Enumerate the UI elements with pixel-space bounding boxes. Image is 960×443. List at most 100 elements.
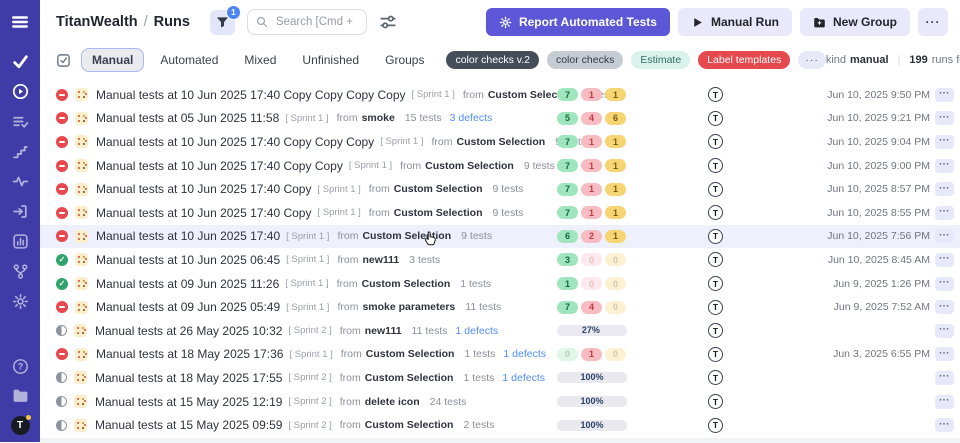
run-defects-link[interactable]: 1 defects bbox=[456, 325, 499, 337]
run-row[interactable]: Manual tests at 10 Jun 2025 17:40 Copy C… bbox=[40, 154, 960, 178]
author-avatar[interactable]: T bbox=[708, 158, 723, 173]
run-row[interactable]: Manual tests at 10 Jun 2025 17:40 Copy C… bbox=[40, 83, 960, 107]
run-row[interactable]: Manual tests at 15 May 2025 09:59 [ Spri… bbox=[40, 413, 960, 437]
filter-chip[interactable]: ··· bbox=[798, 51, 826, 69]
run-row[interactable]: Manual tests at 26 May 2025 10:32 [ Spri… bbox=[40, 319, 960, 343]
run-title[interactable]: Manual tests at 10 Jun 2025 17:40 Copy bbox=[96, 182, 311, 196]
author-avatar[interactable]: T bbox=[708, 370, 723, 385]
run-row[interactable]: Manual tests at 15 May 2025 12:19 [ Spri… bbox=[40, 390, 960, 414]
run-defects-link[interactable]: 3 defects bbox=[450, 112, 493, 124]
view-settings-button[interactable] bbox=[379, 13, 397, 31]
run-row[interactable]: Manual tests at 09 Jun 2025 11:26 [ Spri… bbox=[40, 272, 960, 296]
search-box[interactable] bbox=[247, 9, 367, 35]
workspace-logo[interactable]: T bbox=[11, 416, 30, 435]
run-row[interactable]: Manual tests at 18 May 2025 17:36 [ Spri… bbox=[40, 343, 960, 367]
author-avatar[interactable]: T bbox=[708, 300, 723, 315]
search-input[interactable] bbox=[274, 15, 358, 29]
row-more-button[interactable]: ··· bbox=[935, 88, 954, 102]
row-more-button[interactable]: ··· bbox=[935, 418, 954, 432]
author-avatar[interactable]: T bbox=[708, 418, 723, 433]
select-all-icon[interactable] bbox=[56, 53, 71, 68]
branch-icon[interactable] bbox=[12, 263, 29, 280]
author-avatar[interactable]: T bbox=[708, 323, 723, 338]
row-more-button[interactable]: ··· bbox=[935, 347, 954, 361]
row-more-button[interactable]: ··· bbox=[935, 206, 954, 220]
run-row[interactable]: Manual tests at 05 Jun 2025 11:58 [ Spri… bbox=[40, 107, 960, 131]
help-icon[interactable]: ? bbox=[12, 358, 29, 375]
author-avatar[interactable]: T bbox=[708, 347, 723, 362]
author-avatar[interactable]: T bbox=[708, 111, 723, 126]
row-more-button[interactable]: ··· bbox=[935, 253, 954, 267]
run-title[interactable]: Manual tests at 10 Jun 2025 17:40 Copy bbox=[96, 206, 311, 220]
tab-mixed[interactable]: Mixed bbox=[234, 49, 286, 71]
run-title[interactable]: Manual tests at 10 Jun 2025 17:40 bbox=[96, 229, 280, 243]
author-avatar[interactable]: T bbox=[708, 134, 723, 149]
kind-value: manual bbox=[850, 54, 889, 66]
play-circle-icon[interactable] bbox=[12, 83, 29, 100]
row-more-button[interactable]: ··· bbox=[935, 371, 954, 385]
run-title[interactable]: Manual tests at 10 Jun 2025 17:40 Copy C… bbox=[96, 159, 343, 173]
row-more-button[interactable]: ··· bbox=[935, 277, 954, 291]
report-automated-tests-button[interactable]: Report Automated Tests bbox=[486, 8, 670, 36]
row-more-button[interactable]: ··· bbox=[935, 300, 954, 314]
row-more-button[interactable]: ··· bbox=[935, 159, 954, 173]
run-row[interactable]: Manual tests at 10 Jun 2025 17:40 Copy [… bbox=[40, 177, 960, 201]
activity-icon[interactable] bbox=[12, 173, 29, 190]
row-more-button[interactable]: ··· bbox=[935, 135, 954, 149]
row-more-button[interactable]: ··· bbox=[935, 229, 954, 243]
run-title[interactable]: Manual tests at 26 May 2025 10:32 bbox=[95, 324, 282, 338]
run-title[interactable]: Manual tests at 10 Jun 2025 17:40 Copy C… bbox=[96, 88, 406, 102]
project-name[interactable]: TitanWealth bbox=[56, 14, 138, 30]
run-title[interactable]: Manual tests at 09 Jun 2025 05:49 bbox=[96, 300, 280, 314]
import-icon[interactable] bbox=[12, 203, 29, 220]
check-icon[interactable] bbox=[12, 53, 29, 70]
filter-button[interactable]: 1 bbox=[210, 10, 235, 35]
run-title[interactable]: Manual tests at 10 Jun 2025 17:40 Copy C… bbox=[96, 135, 374, 149]
topbar-more-button[interactable]: ··· bbox=[918, 8, 948, 36]
author-avatar[interactable]: T bbox=[708, 229, 723, 244]
row-more-button[interactable]: ··· bbox=[935, 111, 954, 125]
gear-icon[interactable] bbox=[12, 293, 29, 310]
tab-manual[interactable]: Manual bbox=[81, 48, 144, 72]
author-avatar[interactable]: T bbox=[708, 205, 723, 220]
tab-automated[interactable]: Automated bbox=[150, 49, 228, 71]
run-title[interactable]: Manual tests at 05 Jun 2025 11:58 bbox=[96, 111, 279, 125]
new-group-button[interactable]: New Group bbox=[800, 8, 910, 36]
filter-chip[interactable]: Label templates bbox=[698, 51, 790, 69]
run-row[interactable]: Manual tests at 10 Jun 2025 17:40 [ Spri… bbox=[40, 225, 960, 249]
row-more-button[interactable]: ··· bbox=[935, 324, 954, 338]
run-title[interactable]: Manual tests at 10 Jun 2025 06:45 bbox=[96, 253, 280, 267]
bar-chart-icon[interactable] bbox=[12, 233, 29, 250]
author-avatar[interactable]: T bbox=[708, 182, 723, 197]
menu-icon[interactable] bbox=[11, 13, 29, 31]
folder-icon[interactable] bbox=[12, 387, 29, 404]
run-title[interactable]: Manual tests at 18 May 2025 17:55 bbox=[95, 371, 282, 385]
run-defects-link[interactable]: 1 defects bbox=[502, 372, 545, 384]
run-title[interactable]: Manual tests at 15 May 2025 09:59 bbox=[95, 418, 282, 432]
run-row[interactable]: Manual tests at 10 Jun 2025 17:40 Copy [… bbox=[40, 201, 960, 225]
filter-chip[interactable]: color checks v.2 bbox=[446, 51, 539, 69]
row-more-button[interactable]: ··· bbox=[935, 395, 954, 409]
author-avatar[interactable]: T bbox=[708, 276, 723, 291]
filter-chip[interactable]: Estimate bbox=[631, 51, 690, 69]
list-check-icon[interactable] bbox=[12, 113, 29, 130]
run-title[interactable]: Manual tests at 18 May 2025 17:36 bbox=[96, 347, 283, 361]
run-title[interactable]: Manual tests at 09 Jun 2025 11:26 bbox=[96, 277, 279, 291]
run-row[interactable]: Manual tests at 10 Jun 2025 06:45 [ Spri… bbox=[40, 248, 960, 272]
author-avatar[interactable]: T bbox=[708, 394, 723, 409]
run-title[interactable]: Manual tests at 15 May 2025 12:19 bbox=[95, 395, 282, 409]
run-from-label: from bbox=[337, 278, 358, 290]
steps-icon[interactable] bbox=[12, 143, 29, 160]
row-more-button[interactable]: ··· bbox=[935, 182, 954, 196]
manual-run-button[interactable]: Manual Run bbox=[678, 8, 792, 36]
svg-text:?: ? bbox=[17, 362, 23, 372]
filter-chip[interactable]: color checks bbox=[547, 51, 623, 69]
run-row[interactable]: Manual tests at 10 Jun 2025 17:40 Copy C… bbox=[40, 130, 960, 154]
tab-unfinished[interactable]: Unfinished bbox=[292, 49, 369, 71]
run-defects-link[interactable]: 1 defects bbox=[503, 348, 546, 360]
run-row[interactable]: Manual tests at 09 Jun 2025 05:49 [ Spri… bbox=[40, 295, 960, 319]
run-row[interactable]: Manual tests at 18 May 2025 17:55 [ Spri… bbox=[40, 366, 960, 390]
author-avatar[interactable]: T bbox=[708, 87, 723, 102]
author-avatar[interactable]: T bbox=[708, 252, 723, 267]
tab-groups[interactable]: Groups bbox=[375, 49, 434, 71]
